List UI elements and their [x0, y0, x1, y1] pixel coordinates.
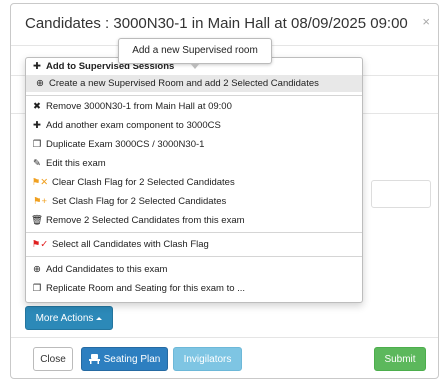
- submit-button[interactable]: Submit: [374, 347, 426, 371]
- menu-divider: [26, 232, 362, 233]
- menu-item-create-supervised-room[interactable]: ⊕ Create a new Supervised Room and add 2 …: [26, 75, 362, 92]
- flag-check-icon: ⚑✓: [31, 239, 49, 250]
- tooltip: Add a new Supervised room: [118, 38, 272, 69]
- more-actions-menu: ✚ Add to Supervised Sessions ⊕ Create a ne…: [25, 57, 363, 303]
- duplicate-icon: ❐: [32, 139, 42, 150]
- menu-item-clear-clash-flag[interactable]: ⚑✕ Clear Clash Flag for 2 Selected Candid…: [26, 174, 362, 191]
- flag-clear-icon: ⚑✕: [31, 177, 49, 188]
- menu-divider: [26, 256, 362, 257]
- menu-item-replicate-room[interactable]: ❐ Replicate Room and Seating for this exa…: [26, 280, 362, 297]
- background-field: [371, 180, 431, 208]
- menu-divider: [26, 95, 362, 96]
- seating-icon: [88, 354, 100, 364]
- menu-item-duplicate-exam[interactable]: ❐ Duplicate Exam 3000CS / 3000N30-1: [26, 136, 362, 153]
- invigilators-button[interactable]: Invigilators: [173, 347, 242, 371]
- plus-icon: ✚: [33, 61, 41, 72]
- plus-icon: ✚: [33, 120, 41, 131]
- menu-item-select-clash-flag[interactable]: ⚑✓ Select all Candidates with Clash Flag: [26, 236, 362, 253]
- edit-icon: ✎: [33, 158, 41, 169]
- menu-item-edit-exam[interactable]: ✎ Edit this exam: [26, 155, 362, 172]
- seating-plan-button[interactable]: Seating Plan: [81, 347, 168, 371]
- menu-item-remove-candidates[interactable]: 🗑 Remove 2 Selected Candidates from this …: [26, 212, 362, 229]
- close-button[interactable]: Close: [33, 347, 73, 371]
- more-actions-label: More Actions: [35, 312, 94, 324]
- menu-item-add-candidates[interactable]: ⊕ Add Candidates to this exam: [26, 261, 362, 278]
- plus-circle-icon: ⊕: [33, 264, 41, 275]
- seating-plan-label: Seating Plan: [103, 353, 161, 365]
- menu-item-set-clash-flag[interactable]: ⚑+ Set Clash Flag for 2 Selected Candidat…: [26, 193, 362, 210]
- menu-item-add-component[interactable]: ✚ Add another exam component to 3000CS: [26, 117, 362, 134]
- caret-up-icon: [96, 316, 103, 320]
- menu-item-remove-exam[interactable]: ✖ Remove 3000N30-1 from Main Hall at 09:0…: [26, 98, 362, 115]
- close-icon[interactable]: ×: [422, 14, 430, 29]
- x-icon: ✖: [33, 101, 41, 112]
- plus-circle-icon: ⊕: [36, 78, 44, 89]
- modal-title: Candidates : 3000N30-1 in Main Hall at 0…: [25, 15, 408, 32]
- more-actions-button[interactable]: More Actions: [25, 306, 113, 330]
- trash-icon: 🗑: [30, 215, 44, 226]
- flag-set-icon: ⚑+: [32, 196, 48, 207]
- footer-divider: [11, 337, 438, 338]
- replicate-icon: ❐: [32, 283, 42, 294]
